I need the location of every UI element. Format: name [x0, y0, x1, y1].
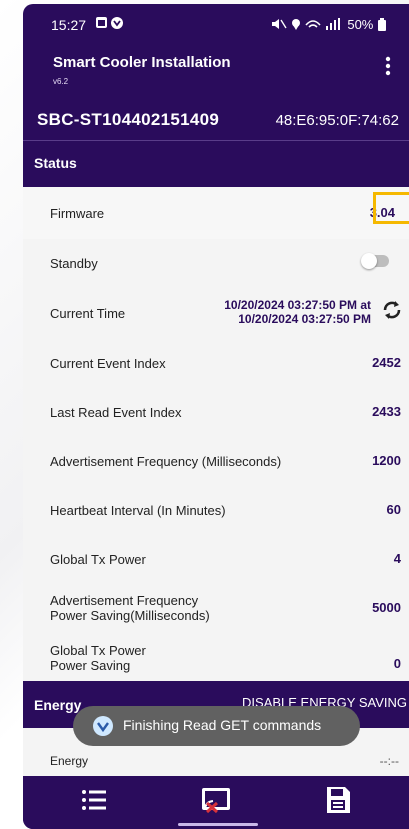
label-line-1: Advertisement Frequency	[50, 593, 199, 608]
status-list: Firmware 3.04 Standby Current Time 10/20…	[23, 187, 409, 681]
status-right: 50%	[270, 17, 387, 32]
battery-icon	[378, 18, 386, 31]
row-value: 2452	[372, 355, 401, 370]
refresh-icon[interactable]	[381, 299, 403, 321]
notification-icon	[96, 17, 123, 29]
more-vert-icon[interactable]	[385, 56, 391, 82]
row-value: 4	[393, 551, 401, 566]
list-item-adv-frequency-power-saving: Advertisement Frequency Power Saving(Mil…	[23, 583, 409, 633]
phone-screen: 15:27 50% Smart Cooler Installation v6.2…	[23, 4, 409, 829]
row-value: 5000	[372, 600, 401, 615]
row-label: Current Time	[50, 306, 126, 321]
label-line-1: Global Tx Power	[50, 643, 146, 658]
list-item-last-read-event-index: Last Read Event Index 2433	[23, 387, 409, 437]
row-value: 0	[393, 656, 401, 671]
toggle-knob	[361, 253, 377, 269]
row-label: Heartbeat Interval (In Minutes)	[50, 503, 226, 518]
battery-percent: 50%	[347, 17, 374, 32]
list-item-firmware: Firmware 3.04	[23, 187, 409, 240]
row-label: Last Read Event Index	[50, 405, 182, 420]
row-label: Firmware	[50, 206, 105, 221]
list-item-standby: Standby	[23, 239, 409, 287]
status-section-header: Status	[23, 141, 409, 187]
device-header: SBC-ST104402151409 48:E6:95:0F:74:62	[23, 100, 409, 140]
row-value: 1200	[372, 453, 401, 468]
row-label: Current Event Index	[50, 356, 166, 371]
standby-toggle[interactable]	[361, 253, 389, 269]
time-line-1: 10/20/2024 03:27:50 PM at	[224, 298, 371, 312]
energy-section-title: Energy	[34, 697, 82, 713]
time-line-2: 10/20/2024 03:27:50 PM	[238, 312, 371, 326]
app-logo-icon	[93, 716, 113, 736]
row-value: 10/20/2024 03:27:50 PM at 10/20/2024 03:…	[224, 298, 371, 326]
list-item-current-event-index: Current Event Index 2452	[23, 339, 409, 388]
status-section-title: Status	[34, 155, 77, 171]
list-item-tx-power-saving: Global Tx Power Power Saving 0	[23, 632, 409, 681]
save-icon[interactable]	[321, 784, 355, 816]
device-mac: 48:E6:95:0F:74:62	[275, 112, 399, 129]
list-item-heartbeat-interval: Heartbeat Interval (In Minutes) 60	[23, 485, 409, 535]
row-value: 2433	[372, 404, 401, 419]
status-bar: 15:27 50%	[23, 4, 409, 44]
system-icons	[271, 18, 340, 30]
status-time: 15:27	[51, 17, 87, 33]
highlight-box	[373, 192, 409, 224]
bottom-nav	[23, 776, 409, 829]
row-label: Global Tx Power	[50, 552, 146, 567]
row-label: Advertisement Frequency Power Saving(Mil…	[50, 593, 210, 623]
cast-off-icon[interactable]	[199, 784, 233, 816]
home-indicator[interactable]	[178, 823, 258, 826]
list-icon[interactable]	[78, 784, 112, 816]
row-label: Advertisement Frequency (Milliseconds)	[50, 454, 282, 469]
row-value: 60	[386, 502, 401, 517]
list-item-current-time: Current Time 10/20/2024 03:27:50 PM at 1…	[23, 286, 409, 340]
app-bar: Smart Cooler Installation v6.2	[23, 44, 409, 100]
list-item-advertisement-frequency: Advertisement Frequency (Milliseconds) 1…	[23, 436, 409, 486]
label-line-2: Power Saving(Milliseconds)	[50, 608, 210, 623]
toast: Finishing Read GET commands	[73, 706, 360, 746]
row-label: Global Tx Power Power Saving	[50, 643, 146, 673]
row-label: Standby	[50, 256, 98, 271]
notification-icons	[95, 16, 125, 33]
device-id: SBC-ST104402151409	[37, 110, 220, 129]
list-item-global-tx-power: Global Tx Power 4	[23, 534, 409, 584]
app-version: v6.2	[53, 77, 69, 86]
label-line-2: Power Saving	[50, 658, 131, 673]
toast-message: Finishing Read GET commands	[123, 717, 322, 733]
row-label: Energy	[50, 754, 89, 768]
app-title: Smart Cooler Installation	[53, 54, 231, 71]
row-value: --:--	[379, 754, 399, 768]
